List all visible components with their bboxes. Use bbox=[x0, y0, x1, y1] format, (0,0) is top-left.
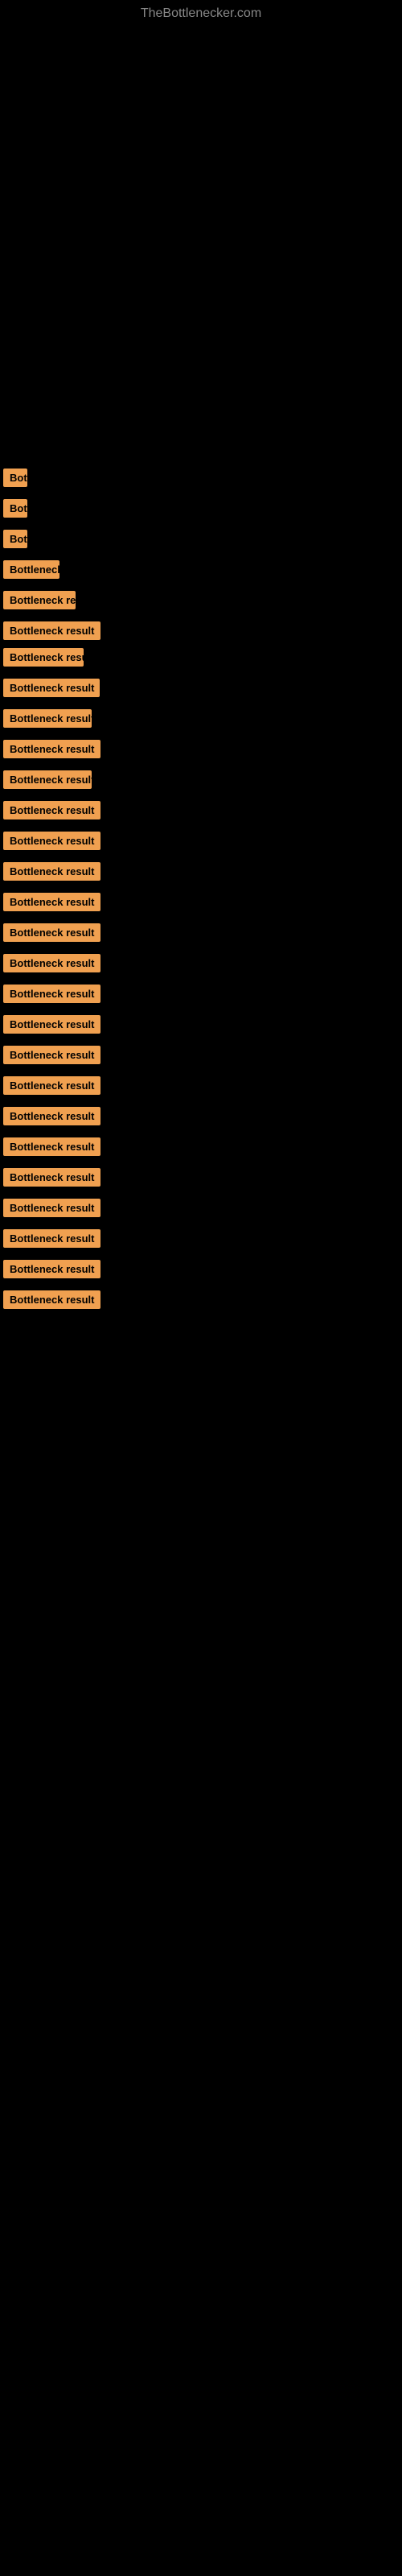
bottleneck-label: Bottleneck result bbox=[3, 923, 100, 942]
bottleneck-label: Bottleneck result bbox=[3, 985, 100, 1003]
bottleneck-label: Bottleneck result bbox=[3, 1046, 100, 1064]
bottleneck-label: Bottleneck result bbox=[3, 1107, 100, 1125]
bottleneck-label: Bottleneck result bbox=[3, 1199, 100, 1217]
list-item[interactable]: Bottleneck result bbox=[3, 1166, 402, 1192]
bottleneck-label: Bottleneck result bbox=[3, 648, 84, 667]
list-item[interactable]: Bottleneck result bbox=[3, 620, 402, 642]
list-item[interactable]: Bottleneck result bbox=[3, 497, 402, 523]
list-item[interactable]: Bottleneck result bbox=[3, 1258, 402, 1284]
bottleneck-label: Bottleneck result bbox=[3, 954, 100, 972]
list-item[interactable]: Bottleneck result bbox=[3, 1136, 402, 1162]
top-section bbox=[0, 330, 402, 459]
list-item[interactable]: Bottleneck result bbox=[3, 952, 402, 978]
list-item[interactable]: Bottleneck result bbox=[3, 1105, 402, 1131]
list-item[interactable]: Bottleneck result bbox=[3, 677, 402, 703]
bottleneck-label: Bottleneck result bbox=[3, 621, 100, 640]
list-item[interactable]: Bottleneck result bbox=[3, 559, 402, 584]
list-item[interactable]: Bottleneck result bbox=[3, 1289, 402, 1315]
bottleneck-label: Bottleneck result bbox=[3, 560, 59, 579]
list-item[interactable]: Bottleneck result bbox=[3, 1228, 402, 1253]
bottleneck-label: Bottleneck result bbox=[3, 469, 27, 487]
list-item[interactable]: Bottleneck result bbox=[3, 799, 402, 825]
list-item[interactable]: Bottleneck result bbox=[3, 830, 402, 856]
bottleneck-label: Bottleneck result bbox=[3, 1229, 100, 1248]
list-item[interactable]: Bottleneck result bbox=[3, 1013, 402, 1039]
bottleneck-label: Bottleneck result bbox=[3, 893, 100, 911]
list-item[interactable]: Bottleneck result bbox=[3, 528, 402, 554]
bottleneck-label: Bottleneck result bbox=[3, 801, 100, 819]
list-item[interactable]: Bottleneck result bbox=[3, 646, 402, 672]
list-item[interactable]: Bottleneck result bbox=[3, 589, 402, 615]
bottleneck-label: Bottleneck result bbox=[3, 499, 27, 518]
list-item[interactable]: Bottleneck result bbox=[3, 1197, 402, 1223]
bottleneck-label: Bottleneck result bbox=[3, 770, 92, 789]
site-header: TheBottlenecker.com bbox=[0, 0, 402, 24]
bottleneck-label: Bottleneck result bbox=[3, 1290, 100, 1309]
list-item[interactable]: Bottleneck result bbox=[3, 1044, 402, 1070]
list-item[interactable]: Bottleneck result bbox=[3, 467, 402, 493]
bottleneck-list: Bottleneck result Bottleneck result Bott… bbox=[0, 467, 402, 1335]
list-item[interactable]: Bottleneck result bbox=[3, 769, 402, 795]
chart-area bbox=[0, 24, 402, 330]
bottleneck-label: Bottleneck result bbox=[3, 1076, 100, 1095]
bottleneck-label: Bottleneck result bbox=[3, 591, 76, 609]
bottleneck-label: Bottleneck result bbox=[3, 1137, 100, 1156]
bottleneck-label: Bottleneck result bbox=[3, 709, 92, 728]
list-item[interactable]: Bottleneck result bbox=[3, 891, 402, 917]
bottleneck-label: Bottleneck result bbox=[3, 679, 100, 697]
bottleneck-label: Bottleneck result bbox=[3, 1168, 100, 1187]
bottleneck-label: Bottleneck result bbox=[3, 1260, 100, 1278]
bottleneck-label: Bottleneck result bbox=[3, 740, 100, 758]
bottleneck-label: Bottleneck result bbox=[3, 832, 100, 850]
bottleneck-label: Bottleneck result bbox=[3, 1015, 100, 1034]
list-item[interactable]: Bottleneck result bbox=[3, 1075, 402, 1100]
site-title: TheBottlenecker.com bbox=[0, 0, 402, 24]
list-item[interactable]: Bottleneck result bbox=[3, 861, 402, 886]
list-item[interactable]: Bottleneck result bbox=[3, 708, 402, 733]
bottleneck-label: Bottleneck result bbox=[3, 530, 27, 548]
bottom-spacer bbox=[0, 1335, 402, 1416]
bottleneck-label: Bottleneck result bbox=[3, 862, 100, 881]
list-item[interactable]: Bottleneck result bbox=[3, 738, 402, 764]
list-item[interactable]: Bottleneck result bbox=[3, 922, 402, 947]
list-item[interactable]: Bottleneck result bbox=[3, 983, 402, 1009]
